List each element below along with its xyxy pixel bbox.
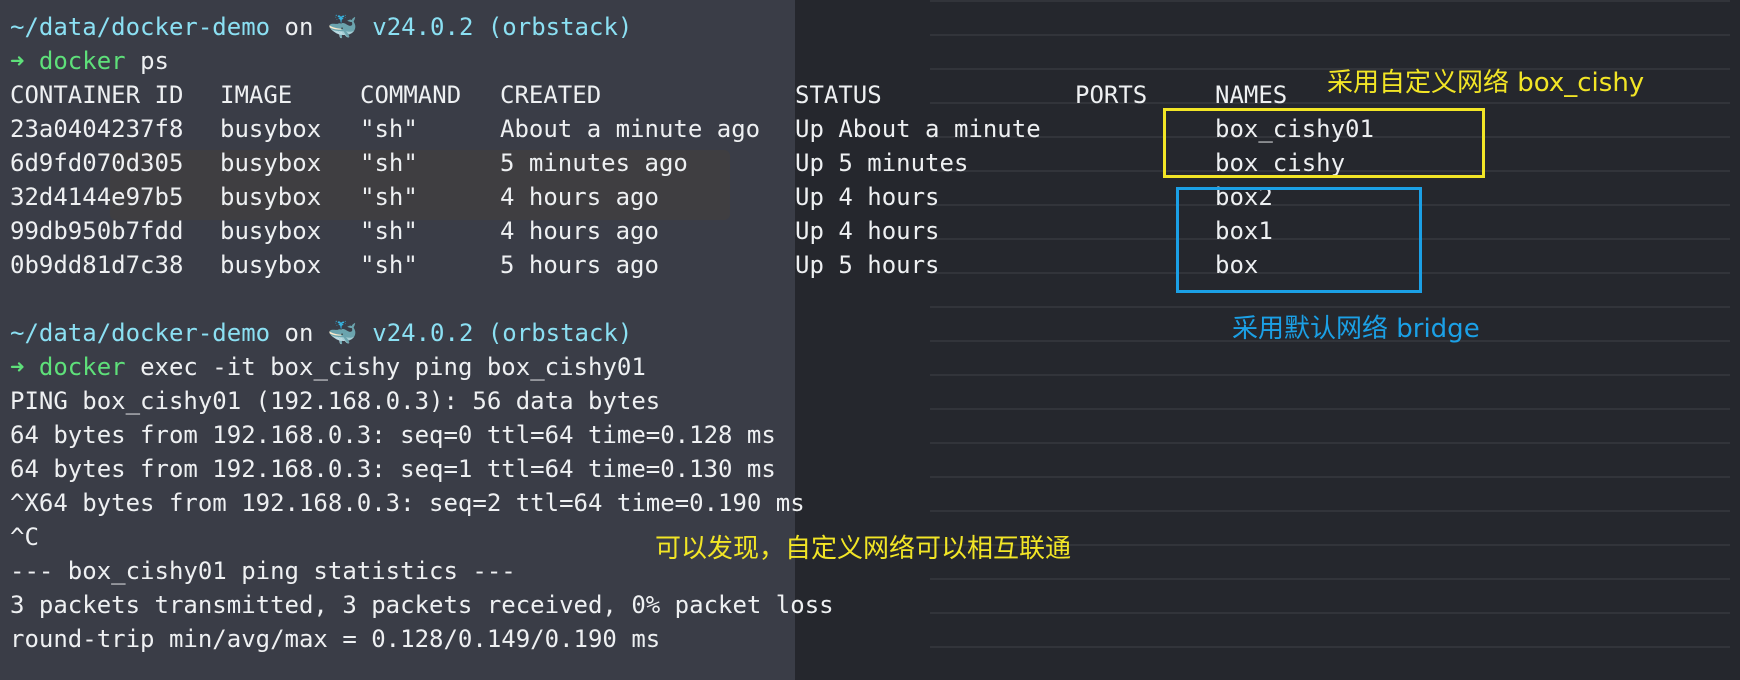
docker-whale-icon: 🐳: [327, 13, 358, 41]
cell-command: "sh": [360, 217, 418, 245]
cell-command: "sh": [360, 183, 418, 211]
cell-status: Up 4 hours: [795, 183, 940, 211]
cell-status: Up About a minute: [795, 115, 1041, 143]
cell-container-id: 99db950b7fdd: [10, 217, 184, 245]
cell-container-id: 23a0404237f8: [10, 115, 184, 143]
command-name: docker: [38, 353, 126, 381]
cell-image: busybox: [220, 149, 322, 177]
header-names: NAMES: [1215, 81, 1288, 109]
header-status: STATUS: [795, 81, 882, 109]
header-ports: PORTS: [1075, 81, 1148, 109]
cell-created: 5 minutes ago: [500, 149, 688, 177]
default-network-annotation: 采用默认网络 bridge: [1232, 314, 1480, 344]
custom-network-annotation: 采用自定义网络 box_cishy: [1327, 68, 1645, 98]
cell-created: 5 hours ago: [500, 251, 659, 279]
cell-image: busybox: [220, 115, 322, 143]
prompt-arrow-icon: ➜: [10, 353, 25, 381]
cell-container-id: 6d9fd070d305: [10, 149, 184, 177]
command-line: ➜ docker exec -it box_cishy ping box_cis…: [10, 350, 1740, 384]
cell-command: "sh": [360, 251, 418, 279]
custom-network-highlight-box: [1163, 108, 1485, 178]
prompt-line: ~/data/docker-demo on 🐳 v24.0.2 (orbstac…: [10, 316, 1740, 350]
header-created: CREATED: [500, 81, 602, 109]
cell-command: "sh": [360, 115, 418, 143]
prompt-on: on: [284, 13, 314, 41]
output-line: 64 bytes from 192.168.0.3: seq=0 ttl=64 …: [10, 421, 776, 449]
command-args: exec -it box_cishy ping box_cishy01: [140, 353, 646, 381]
cell-created: About a minute ago: [500, 115, 761, 143]
cell-container-id: 0b9dd81d7c38: [10, 251, 184, 279]
prompt-path: ~/data/docker-demo: [10, 13, 271, 41]
table-row: 0b9dd81d7c38 busybox "sh" 5 hours ago Up…: [10, 248, 1740, 282]
finding-annotation: 可以发现，自定义网络可以相互联通: [655, 534, 1072, 564]
output-line: 64 bytes from 192.168.0.3: seq=1 ttl=64 …: [10, 455, 776, 483]
cell-image: busybox: [220, 251, 322, 279]
output-line: round-trip min/avg/max = 0.128/0.149/0.1…: [10, 625, 661, 653]
cell-command: "sh": [360, 149, 418, 177]
default-network-highlight-box: [1176, 187, 1422, 293]
table-row: 99db950b7fdd busybox "sh" 4 hours ago Up…: [10, 214, 1740, 248]
prompt-path: ~/data/docker-demo: [10, 319, 271, 347]
header-container-id: CONTAINER ID: [10, 81, 184, 109]
output-line: 3 packets transmitted, 3 packets receive…: [10, 591, 834, 619]
output-line: PING box_cishy01 (192.168.0.3): 56 data …: [10, 387, 661, 415]
header-image: IMAGE: [220, 81, 293, 109]
prompt-version: v24.0.2 (orbstack): [372, 13, 633, 41]
cell-image: busybox: [220, 183, 322, 211]
command-name: docker: [38, 47, 126, 75]
docker-whale-icon: 🐳: [327, 319, 358, 347]
cell-image: busybox: [220, 217, 322, 245]
cell-status: Up 5 minutes: [795, 149, 969, 177]
command-args: ps: [140, 47, 169, 75]
prompt-on: on: [284, 319, 314, 347]
cell-created: 4 hours ago: [500, 217, 659, 245]
prompt-version: v24.0.2 (orbstack): [372, 319, 633, 347]
cell-status: Up 5 hours: [795, 251, 940, 279]
output-line: ^X64 bytes from 192.168.0.3: seq=2 ttl=6…: [10, 489, 805, 517]
header-command: COMMAND: [360, 81, 462, 109]
cell-created: 4 hours ago: [500, 183, 659, 211]
prompt-arrow-icon: ➜: [10, 47, 25, 75]
cell-container-id: 32d4144e97b5: [10, 183, 184, 211]
cell-status: Up 4 hours: [795, 217, 940, 245]
prompt-line: ~/data/docker-demo on 🐳 v24.0.2 (orbstac…: [10, 10, 1740, 44]
table-row: 32d4144e97b5 busybox "sh" 4 hours ago Up…: [10, 180, 1740, 214]
